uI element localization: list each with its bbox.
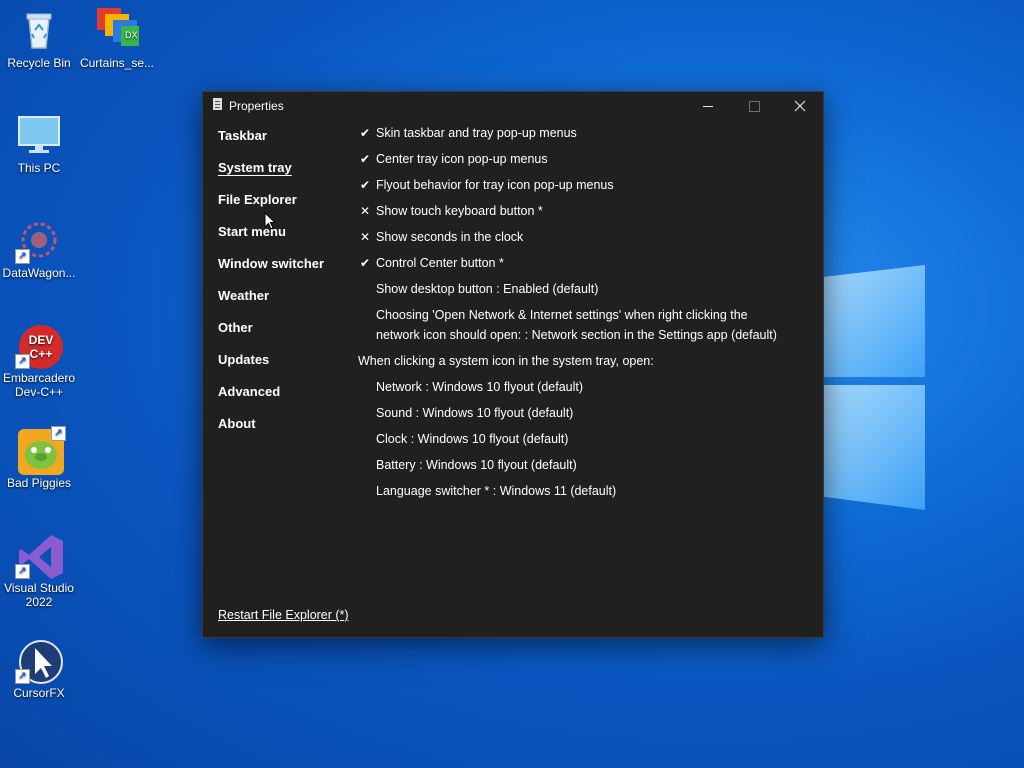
option-label: Show desktop button : Enabled (default)	[376, 282, 599, 296]
datawagon-icon: ↗	[15, 218, 61, 264]
desktop-icon-label: Recycle Bin	[7, 56, 71, 70]
option-label: Center tray icon pop-up menus	[376, 152, 548, 166]
minimize-icon	[703, 105, 713, 107]
minimize-button[interactable]	[685, 92, 731, 120]
desktop-icon-datawagon[interactable]: ↗ DataWagon...	[1, 218, 77, 280]
desktop-icon-label: Bad Piggies	[6, 476, 72, 490]
nav-item-taskbar[interactable]: Taskbar	[218, 128, 267, 143]
desktop-icon-cursorfx[interactable]: ↗ CursorFX	[1, 638, 77, 700]
desktop-icon-label: CursorFX	[13, 686, 65, 700]
desktop-icon-label: Curtains_se...	[79, 56, 155, 70]
cross-icon: ✕	[359, 204, 371, 218]
svg-text:C++: C++	[30, 347, 53, 361]
mouse-cursor-icon	[264, 212, 277, 230]
curtains-icon: DX	[95, 8, 139, 52]
restart-file-explorer-link[interactable]: Restart File Explorer (*)	[218, 608, 349, 622]
desktop-icon-curtains[interactable]: DX Curtains_se...	[79, 8, 155, 70]
option-label: Show touch keyboard button *	[376, 204, 543, 218]
visual-studio-icon: ↗	[15, 533, 63, 579]
section-label: When clicking a system icon in the syste…	[358, 354, 654, 368]
option-label: Language switcher * : Windows 11 (defaul…	[376, 484, 617, 498]
devcpp-icon: DEV C++ ↗	[15, 323, 63, 369]
cursorfx-icon: ↗	[15, 638, 63, 684]
svg-text:DEV: DEV	[29, 333, 54, 347]
shortcut-arrow-icon: ↗	[15, 249, 30, 264]
option-label: network icon should open: : Network sect…	[376, 328, 777, 342]
nav-item-about[interactable]: About	[218, 416, 256, 431]
properties-window: Properties Taskbar System tray File Expl…	[202, 91, 824, 638]
monitor-icon	[17, 113, 61, 157]
maximize-icon	[748, 100, 760, 112]
desktop-icon-label: Visual Studio 2022	[4, 581, 74, 609]
option-label: Choosing 'Open Network & Internet settin…	[376, 308, 748, 322]
nav-item-window-switcher[interactable]: Window switcher	[218, 256, 324, 271]
option-label: Clock : Windows 10 flyout (default)	[376, 432, 569, 446]
nav-item-other[interactable]: Other	[218, 320, 253, 335]
desktop-icon-label: Embarcadero Dev-C++	[2, 371, 76, 399]
option-label: Sound : Windows 10 flyout (default)	[376, 406, 574, 420]
option-label: Control Center button *	[376, 256, 504, 270]
close-icon	[794, 100, 806, 112]
shortcut-arrow-icon: ↗	[15, 669, 30, 684]
nav-item-updates[interactable]: Updates	[218, 352, 269, 367]
desktop-icon-visual-studio[interactable]: ↗ Visual Studio 2022	[1, 533, 77, 609]
recycle-bin-icon	[17, 8, 61, 52]
desktop-icon-bad-piggies[interactable]: ↗ Bad Piggies	[1, 426, 77, 490]
app-icon	[213, 98, 222, 110]
maximize-button[interactable]	[731, 92, 777, 120]
close-button[interactable]	[777, 92, 823, 120]
title-bar[interactable]: Properties	[203, 92, 823, 120]
shortcut-arrow-icon: ↗	[51, 426, 66, 441]
cross-icon: ✕	[359, 230, 371, 244]
desktop-icon-label: This PC	[17, 161, 61, 175]
option-label: Flyout behavior for tray icon pop-up men…	[376, 178, 614, 192]
desktop-icon-devcpp[interactable]: DEV C++ ↗ Embarcadero Dev-C++	[1, 323, 77, 399]
shortcut-arrow-icon: ↗	[15, 564, 30, 579]
checkmark-icon: ✔	[359, 126, 371, 140]
desktop-icon-this-pc[interactable]: This PC	[1, 113, 77, 175]
option-label: Skin taskbar and tray pop-up menus	[376, 126, 577, 140]
desktop-icon-recycle-bin[interactable]: Recycle Bin	[1, 8, 77, 70]
checkmark-icon: ✔	[359, 256, 371, 270]
window-title: Properties	[229, 99, 284, 113]
checkmark-icon: ✔	[359, 178, 371, 192]
option-label: Network : Windows 10 flyout (default)	[376, 380, 584, 394]
option-label: Show seconds in the clock	[376, 230, 524, 244]
nav-item-file-explorer[interactable]: File Explorer	[218, 192, 297, 207]
svg-text:DX: DX	[125, 30, 138, 40]
option-label: Battery : Windows 10 flyout (default)	[376, 458, 577, 472]
nav-item-system-tray[interactable]: System tray	[218, 160, 292, 175]
shortcut-arrow-icon: ↗	[15, 354, 30, 369]
nav-item-weather[interactable]: Weather	[218, 288, 269, 303]
desktop-icon-label: DataWagon...	[2, 266, 76, 280]
bad-piggies-icon: ↗	[17, 426, 66, 475]
checkmark-icon: ✔	[359, 152, 371, 166]
nav-item-advanced[interactable]: Advanced	[218, 384, 280, 399]
